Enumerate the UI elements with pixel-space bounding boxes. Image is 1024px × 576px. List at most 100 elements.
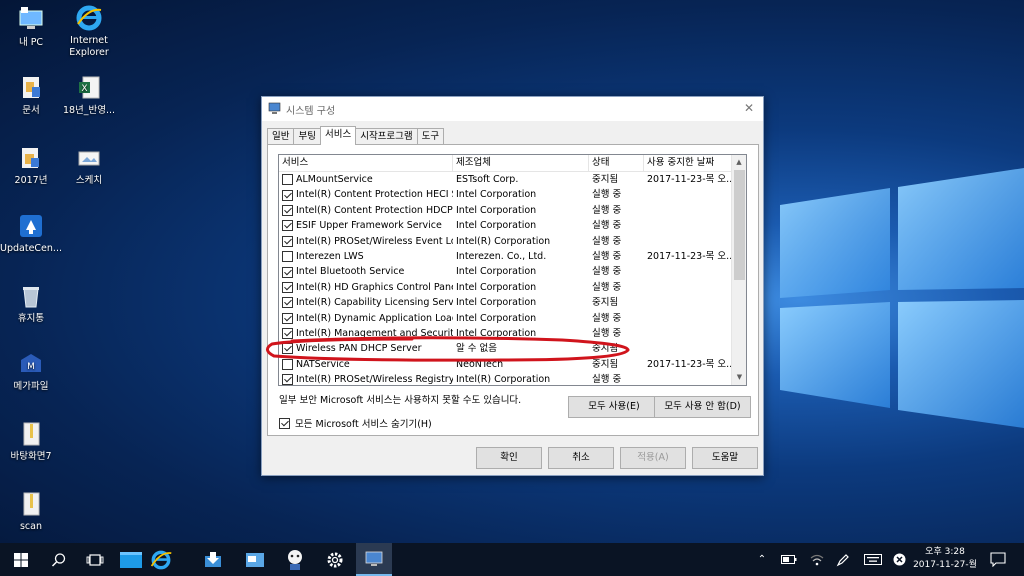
task-view-button[interactable] (80, 543, 110, 576)
desktop-icon-this-pc[interactable]: 내 PC (0, 6, 62, 49)
service-row[interactable]: Intel(R) Capability Licensing Servic...I… (279, 295, 732, 310)
system-config-icon (365, 551, 383, 566)
internet-explorer-icon (150, 550, 172, 569)
service-checkbox[interactable] (282, 235, 293, 247)
service-row[interactable]: NATService NeoNTech 중지됨 2017-11-23-목 오... (279, 357, 732, 372)
service-checkbox[interactable] (282, 312, 293, 324)
service-date-disabled (644, 311, 732, 326)
taskbar-file-explorer[interactable] (116, 543, 146, 576)
scroll-down-arrow-icon[interactable]: ▼ (732, 370, 746, 385)
download-app-icon (205, 551, 221, 567)
start-button[interactable] (6, 543, 36, 576)
taskbar-app-download[interactable] (198, 543, 228, 576)
close-button[interactable]: ✕ (739, 99, 759, 117)
desktop-icon-updatecenter[interactable]: UpdateCen... (0, 212, 62, 255)
disable-all-button[interactable]: 모두 사용 안 함(D) (654, 396, 751, 418)
service-checkbox[interactable] (282, 297, 293, 309)
service-row[interactable]: Wireless PAN DHCP Server 알 수 없음 중지됨 (279, 341, 732, 356)
tab-startup[interactable]: 시작프로그램 (355, 128, 418, 145)
column-header-status[interactable]: 상태 (589, 155, 644, 172)
help-button[interactable]: 도움말 (692, 447, 758, 469)
column-header-manufacturer[interactable]: 제조업체 (453, 155, 589, 172)
service-row[interactable]: Intel(R) PROSet/Wireless Registry ... Int… (279, 372, 732, 385)
service-checkbox[interactable] (282, 220, 293, 232)
search-button[interactable] (44, 543, 74, 576)
desktop-icon-scan[interactable]: scan (0, 490, 62, 533)
taskbar-app-character[interactable] (280, 543, 310, 576)
wifi-icon[interactable] (806, 543, 828, 576)
taskbar-settings[interactable] (320, 543, 350, 576)
service-date-disabled (644, 326, 732, 341)
column-header-service[interactable]: 서비스 (279, 155, 453, 172)
service-date-disabled (644, 218, 732, 233)
service-manufacturer: Interezen. Co., Ltd. (456, 250, 547, 262)
taskbar-system-configuration[interactable] (356, 543, 392, 576)
tab-boot[interactable]: 부팅 (293, 128, 321, 145)
action-center-button[interactable] (986, 543, 1010, 576)
service-checkbox[interactable] (282, 281, 293, 293)
service-row[interactable]: Intel(R) PROSet/Wireless Event Log Intel(… (279, 234, 732, 249)
service-row[interactable]: Interezen LWS Interezen. Co., Ltd. 실행 중 201… (279, 249, 732, 264)
tab-services[interactable]: 서비스 (319, 126, 357, 145)
service-checkbox[interactable] (282, 174, 293, 186)
scroll-up-arrow-icon[interactable]: ▲ (732, 155, 746, 170)
desktop-icon-documents[interactable]: 문서 (0, 74, 62, 117)
apply-button[interactable]: 적용(A) (620, 447, 686, 469)
service-manufacturer: Intel Corporation (456, 220, 537, 232)
taskbar-internet-explorer[interactable] (146, 543, 176, 576)
desktop-icon-internet-explorer[interactable]: Internet Explorer (58, 4, 120, 59)
column-header-date-disabled[interactable]: 사용 중지한 날짜 (644, 155, 732, 172)
hide-microsoft-services-label: 모든 Microsoft 서비스 숨기기(H) (295, 419, 432, 430)
desktop-icon-excel-file[interactable]: X 18년_반영... (58, 74, 120, 117)
scrollbar-thumb[interactable] (734, 170, 745, 280)
tab-general[interactable]: 일반 (267, 128, 295, 145)
tab-strip: 일반 부팅 서비스 시작프로그램 도구 (267, 126, 445, 145)
hide-microsoft-services-checkbox[interactable] (279, 417, 290, 429)
hide-microsoft-services-option[interactable]: 모든 Microsoft 서비스 숨기기(H) (279, 416, 432, 430)
service-checkbox[interactable] (282, 251, 293, 263)
service-checkbox[interactable] (282, 266, 293, 278)
service-manufacturer: Intel Corporation (456, 297, 537, 309)
megafile-icon: M (21, 354, 41, 372)
service-checkbox[interactable] (282, 204, 293, 216)
taskbar-app-viewer[interactable] (240, 543, 270, 576)
service-checkbox[interactable] (282, 374, 293, 385)
desktop-icon-label: 바탕화면7 (10, 451, 52, 462)
service-status: 실행 중 (592, 189, 622, 201)
service-checkbox[interactable] (282, 343, 293, 355)
cancel-button[interactable]: 취소 (548, 447, 614, 469)
service-row[interactable]: Intel(R) Content Protection HECI S... Int… (279, 187, 732, 202)
battery-icon[interactable] (778, 543, 800, 576)
list-scrollbar[interactable]: ▲ ▼ (731, 155, 746, 385)
service-row[interactable]: ALMountService ESTsoft Corp. 중지됨 2017-11-23… (279, 172, 732, 187)
service-checkbox[interactable] (282, 328, 293, 340)
service-row[interactable]: Intel(R) HD Graphics Control Panel... Int… (279, 280, 732, 295)
desktop-icon-megafile[interactable]: M 메가파일 (0, 350, 62, 393)
service-row[interactable]: ESIF Upper Framework Service Intel Corpor… (279, 218, 732, 233)
image-file-icon (78, 151, 100, 166)
dialog-titlebar[interactable]: 시스템 구성 ✕ (262, 97, 763, 121)
task-view-icon (86, 553, 104, 566)
service-checkbox[interactable] (282, 358, 293, 370)
ok-button[interactable]: 확인 (476, 447, 542, 469)
desktop-icon-folder-2017[interactable]: 2017년 (0, 144, 62, 187)
desktop-icon-recycle-bin[interactable]: 휴지통 (0, 282, 62, 325)
service-name-cell: Intel(R) HD Graphics Control Panel... (279, 280, 453, 295)
touch-keyboard-icon[interactable] (860, 543, 886, 576)
desktop-icon-wallpaper7[interactable]: 바탕화면7 (0, 420, 62, 463)
services-list[interactable]: 서비스 제조업체 상태 사용 중지한 날짜 ALMountService ESTs… (278, 154, 747, 386)
desktop-icon-sketch[interactable]: 스케치 (58, 144, 120, 187)
clock[interactable]: 오후 3:28 2017-11-27-월 (905, 546, 985, 572)
pen-icon[interactable] (832, 543, 854, 576)
search-icon (51, 552, 66, 567)
enable-all-button[interactable]: 모두 사용(E) (568, 396, 660, 418)
show-hidden-icons-chevron-up-icon[interactable]: ⌃ (752, 543, 772, 576)
service-row[interactable]: Intel(R) Management and Security... Intel… (279, 326, 732, 341)
service-row[interactable]: Intel(R) Dynamic Application Load... Inte… (279, 311, 732, 326)
service-row[interactable]: Intel(R) Content Protection HDCP ... Inte… (279, 203, 732, 218)
service-date-disabled: 2017-11-23-목 오... (647, 250, 732, 262)
tab-tools[interactable]: 도구 (416, 128, 445, 145)
input-indicator-shape (893, 553, 905, 566)
service-checkbox[interactable] (282, 189, 293, 201)
service-row[interactable]: Intel Bluetooth Service Intel Corporation… (279, 264, 732, 279)
